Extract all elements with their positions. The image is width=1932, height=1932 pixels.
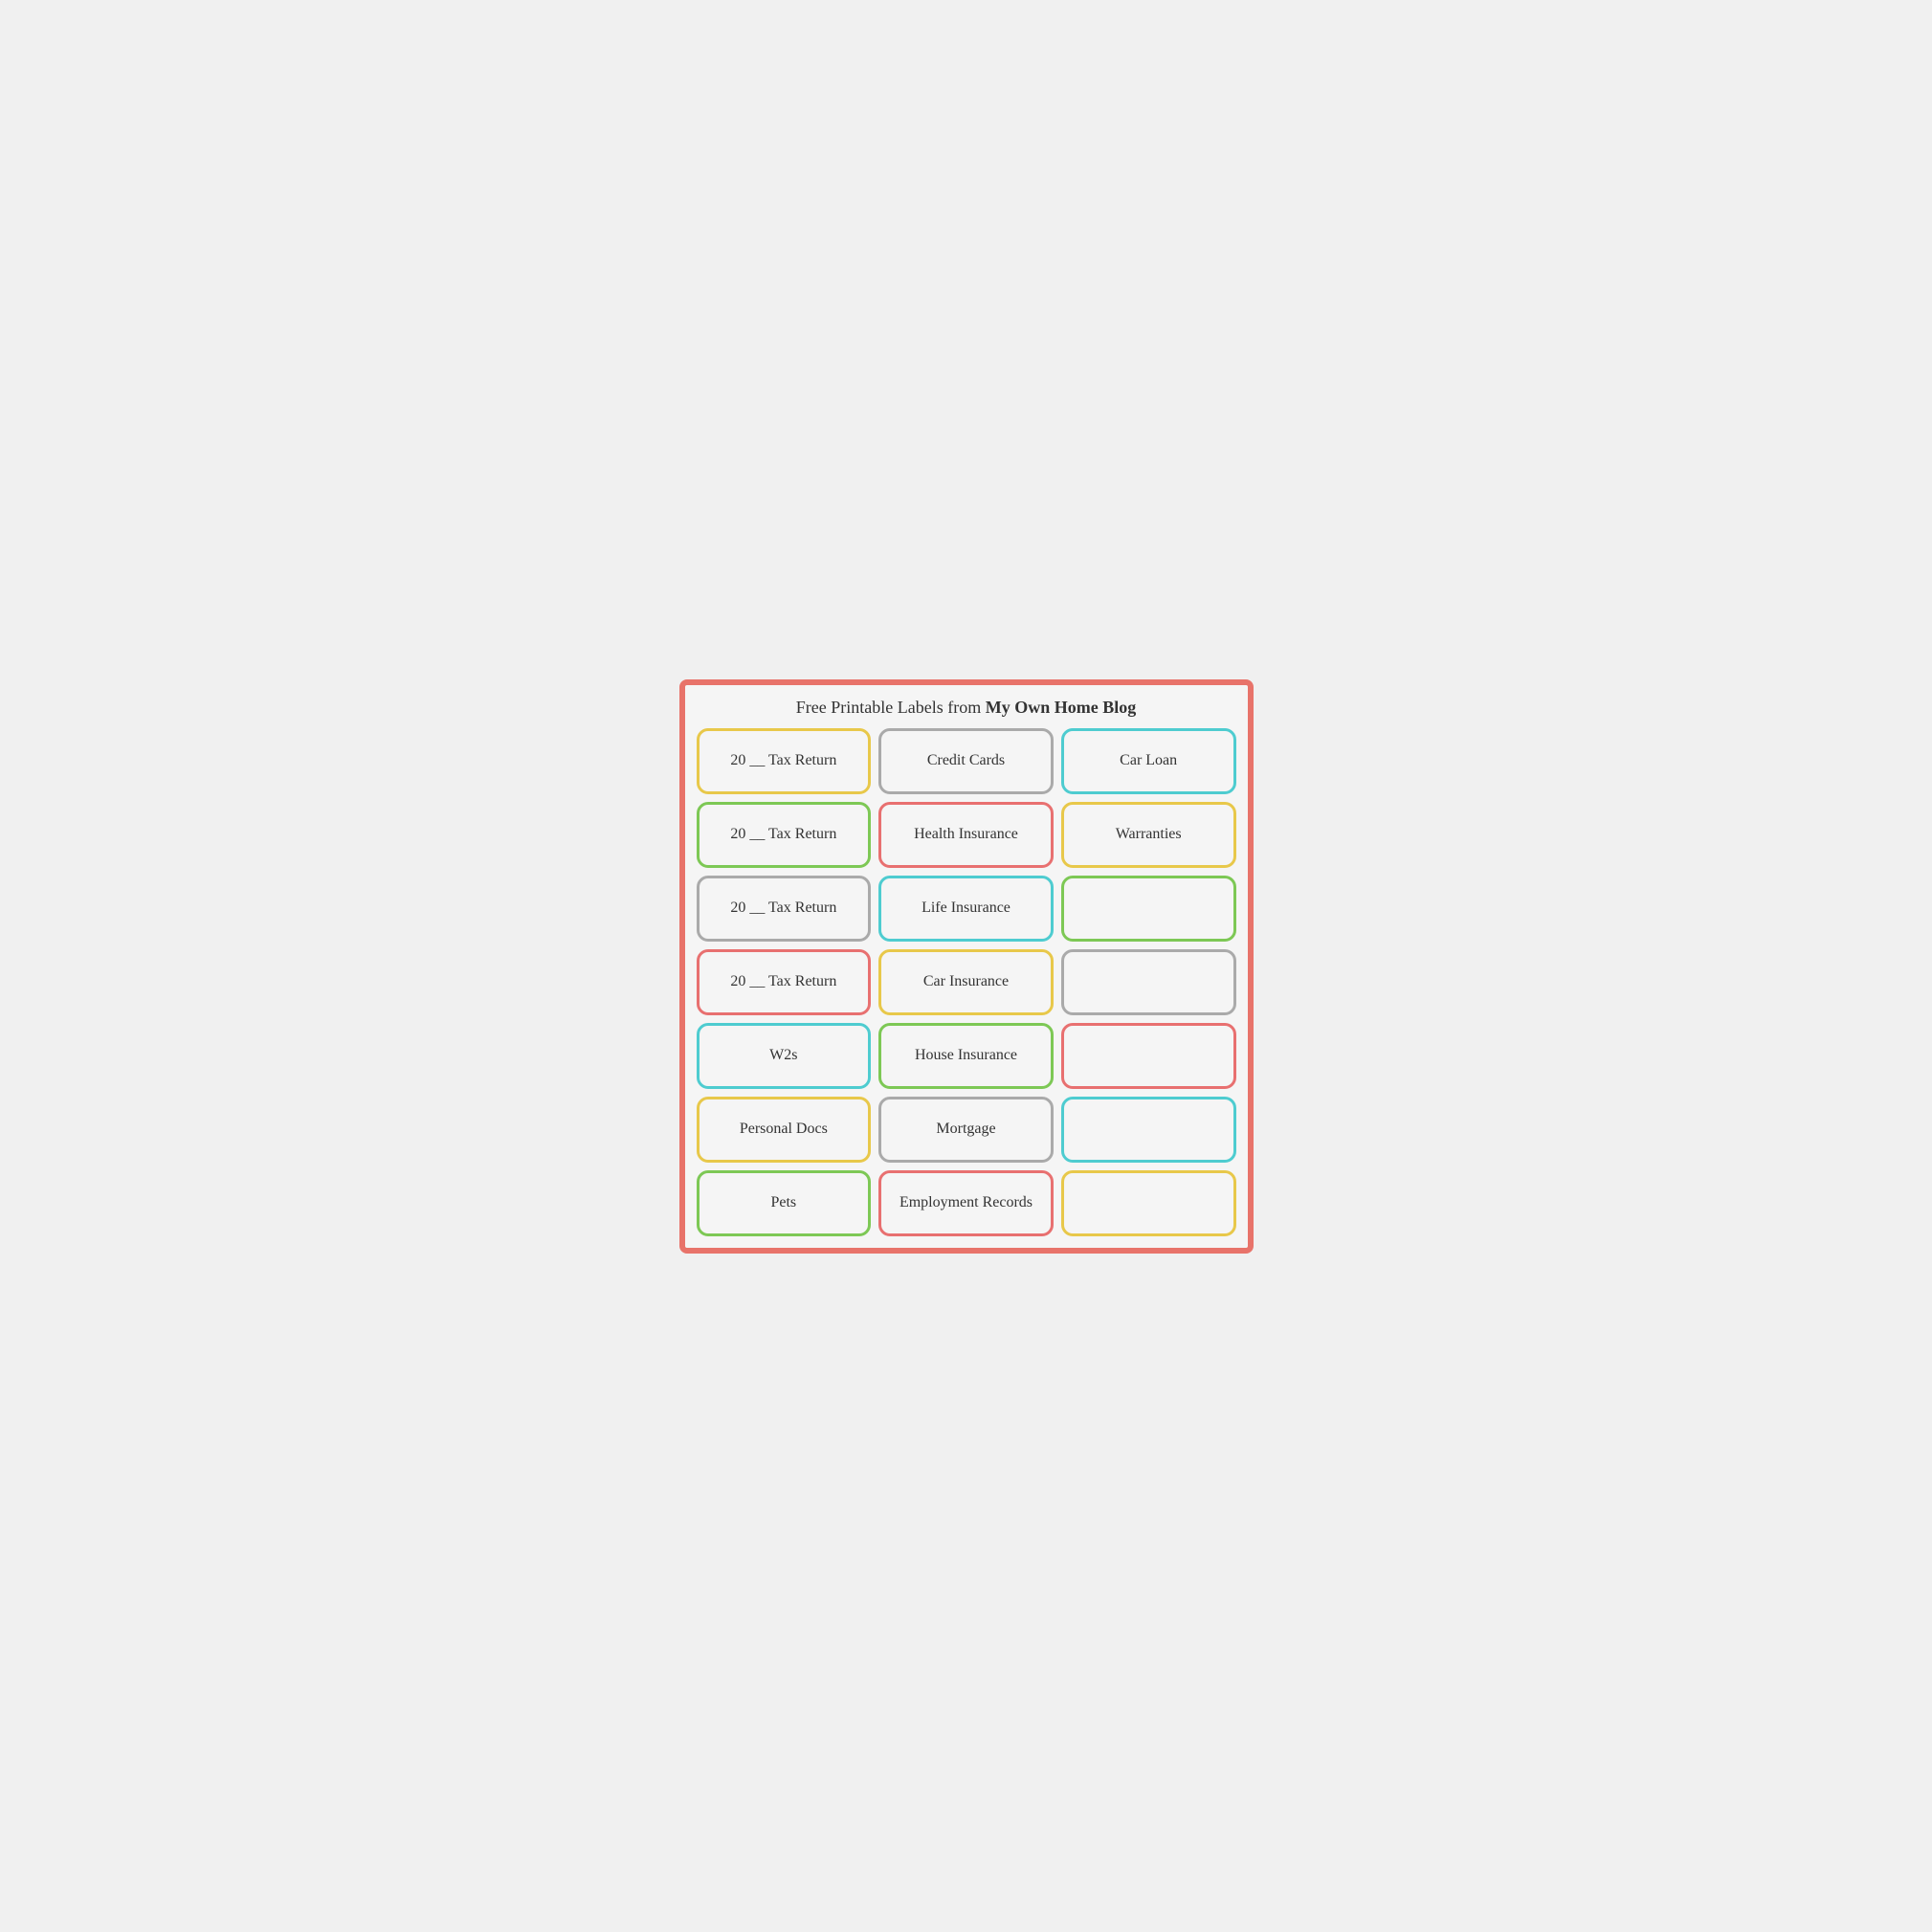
label-card-employment-records: Employment Records — [878, 1170, 1054, 1236]
page-title: Free Printable Labels from My Own Home B… — [697, 697, 1236, 719]
label-card-car-loan: Car Loan — [1061, 728, 1236, 794]
title-normal: Free Printable Labels from — [796, 698, 986, 717]
label-card-house-insurance: House Insurance — [878, 1023, 1054, 1089]
label-card-tax-return-2: 20 __ Tax Return — [697, 802, 872, 868]
label-card-blank-3 — [1061, 1023, 1236, 1089]
label-grid: 20 __ Tax ReturnCredit CardsCar Loan20 _… — [697, 728, 1236, 1236]
label-card-w2s: W2s — [697, 1023, 872, 1089]
page-container: Free Printable Labels from My Own Home B… — [679, 679, 1254, 1254]
label-card-tax-return-4: 20 __ Tax Return — [697, 949, 872, 1015]
label-card-health-insurance: Health Insurance — [878, 802, 1054, 868]
label-card-pets: Pets — [697, 1170, 872, 1236]
label-card-blank-4 — [1061, 1097, 1236, 1163]
label-card-mortgage: Mortgage — [878, 1097, 1054, 1163]
label-card-tax-return-3: 20 __ Tax Return — [697, 876, 872, 942]
label-card-life-insurance: Life Insurance — [878, 876, 1054, 942]
title-bold: My Own Home Blog — [986, 698, 1137, 717]
label-card-blank-2 — [1061, 949, 1236, 1015]
label-card-blank-1 — [1061, 876, 1236, 942]
label-card-credit-cards: Credit Cards — [878, 728, 1054, 794]
label-card-personal-docs: Personal Docs — [697, 1097, 872, 1163]
label-card-tax-return-1: 20 __ Tax Return — [697, 728, 872, 794]
label-card-blank-5 — [1061, 1170, 1236, 1236]
label-card-warranties: Warranties — [1061, 802, 1236, 868]
label-card-car-insurance: Car Insurance — [878, 949, 1054, 1015]
